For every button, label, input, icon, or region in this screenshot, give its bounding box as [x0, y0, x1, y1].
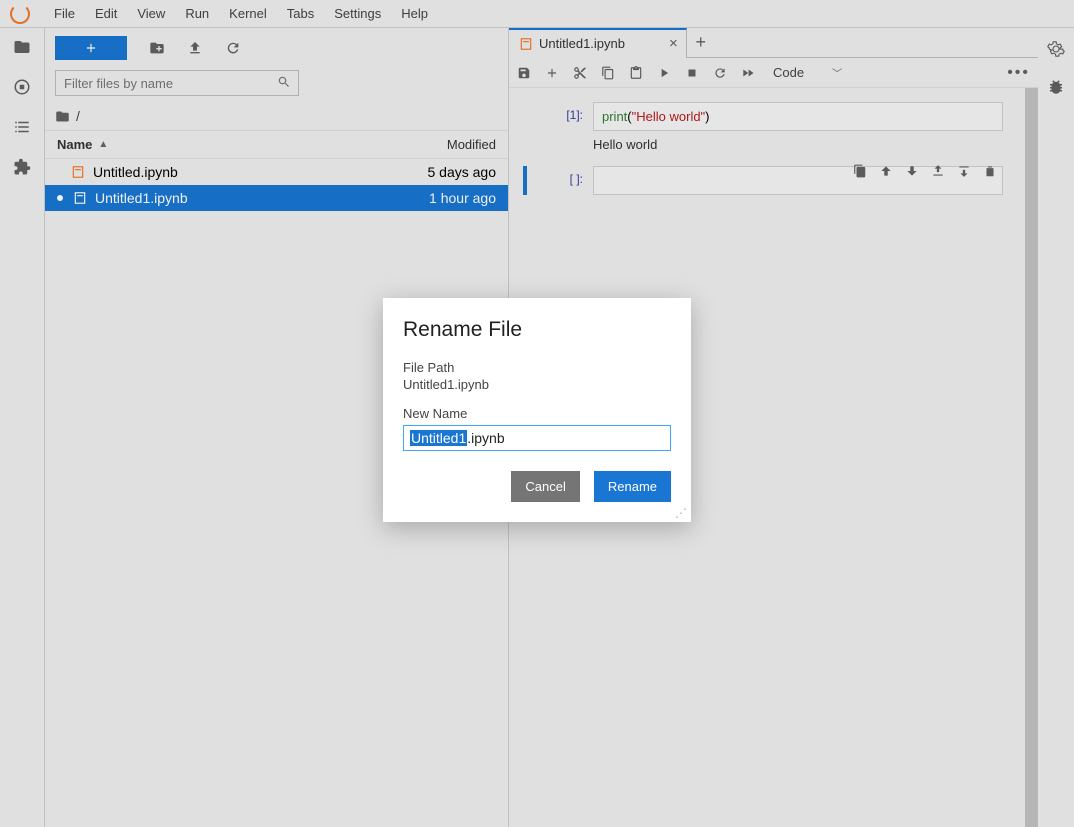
resize-grip-icon[interactable]: ⋰: [675, 506, 687, 520]
rename-dialog: Rename File File Path Untitled1.ipynb Ne…: [383, 298, 691, 522]
rename-input[interactable]: Untitled1.ipynb: [403, 425, 671, 451]
file-path-value: Untitled1.ipynb: [403, 377, 671, 392]
dialog-overlay: Rename File File Path Untitled1.ipynb Ne…: [0, 0, 1074, 827]
cancel-button[interactable]: Cancel: [511, 471, 579, 502]
new-name-label: New Name: [403, 406, 671, 421]
file-path-label: File Path: [403, 360, 671, 375]
rename-button[interactable]: Rename: [594, 471, 671, 502]
rename-input-selection: Untitled1: [410, 430, 467, 446]
rename-input-ext: .ipynb: [467, 430, 504, 446]
dialog-title: Rename File: [403, 318, 671, 342]
